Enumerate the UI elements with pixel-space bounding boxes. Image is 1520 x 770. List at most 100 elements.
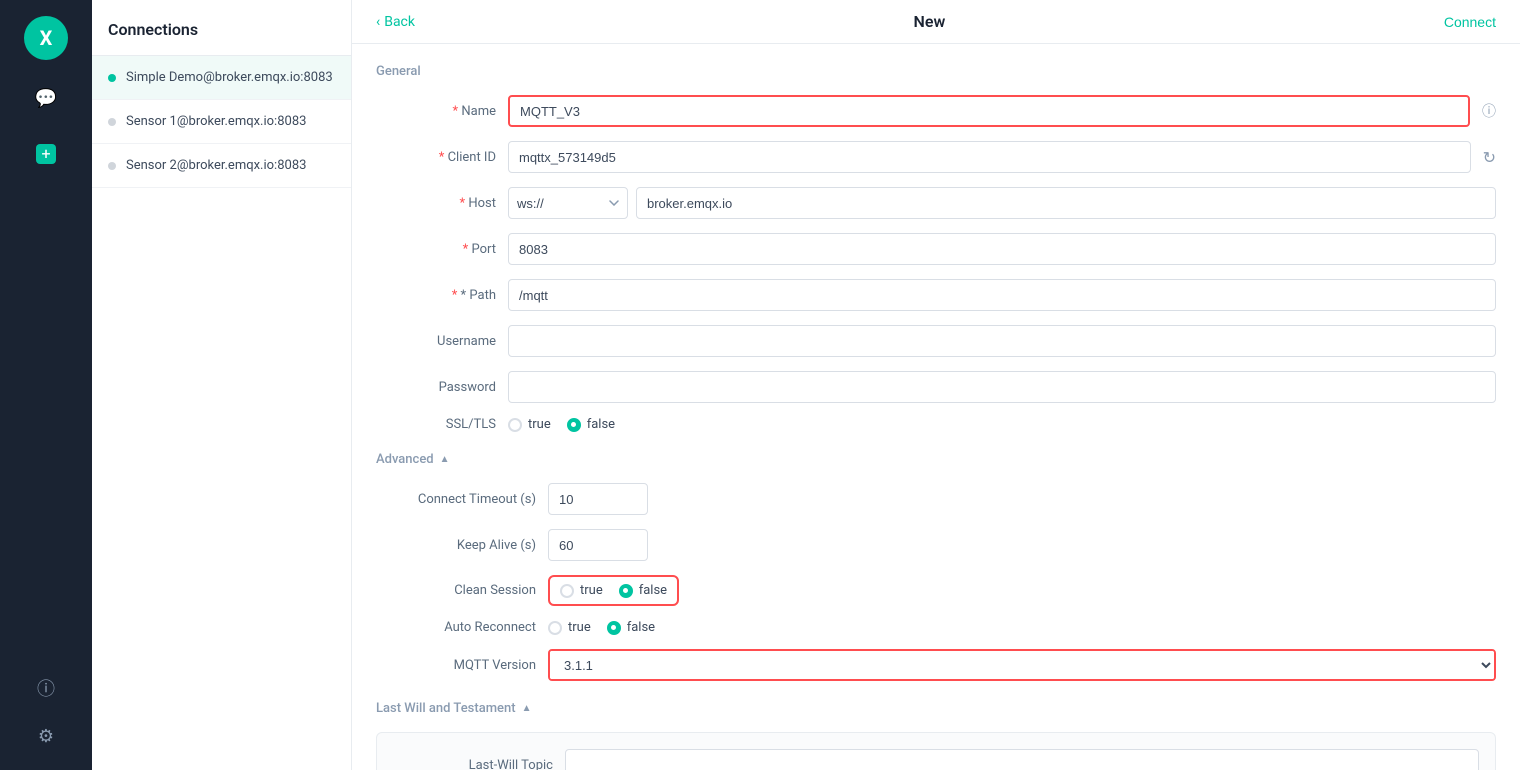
ssl-radio-group: true false: [508, 417, 615, 432]
advanced-label[interactable]: Advanced ▲: [376, 452, 1496, 467]
clean-session-false-label: false: [639, 583, 667, 598]
connections-header: Connections: [92, 0, 351, 56]
logo-text: X: [40, 26, 53, 50]
connection-name: Simple Demo@broker.emqx.io:8083: [126, 70, 333, 85]
refresh-icon[interactable]: ↻: [1483, 148, 1496, 167]
ssl-true-radio[interactable]: [508, 418, 522, 432]
port-input[interactable]: [508, 233, 1496, 265]
username-row: Username: [376, 325, 1496, 357]
auto-reconnect-true-radio[interactable]: [548, 621, 562, 635]
ssl-row: SSL/TLS true false: [376, 417, 1496, 432]
connect-timeout-label: Connect Timeout (s): [376, 492, 536, 507]
page-title: New: [914, 12, 946, 31]
connection-status-dot: [108, 162, 116, 170]
last-will-topic-label: Last-Will Topic: [393, 758, 553, 770]
path-label: * * Path: [376, 288, 496, 303]
ssl-true-option[interactable]: true: [508, 417, 551, 432]
keep-alive-label: Keep Alive (s): [376, 538, 536, 553]
add-connection-icon[interactable]: +: [28, 136, 64, 172]
path-row: * * Path: [376, 279, 1496, 311]
clean-session-true-label: true: [580, 583, 603, 598]
auto-reconnect-true-option[interactable]: true: [548, 620, 591, 635]
mqtt-version-select[interactable]: 3.1.1 5.0 3.1: [550, 651, 1494, 679]
auto-reconnect-false-option[interactable]: false: [607, 620, 655, 635]
clean-session-false-radio[interactable]: [619, 584, 633, 598]
advanced-chevron-icon: ▲: [440, 454, 450, 465]
host-input-group: ws:// wss:// mqtt:// mqtts://: [508, 187, 1496, 219]
ssl-label: SSL/TLS: [376, 417, 496, 432]
back-button[interactable]: ‹ Back: [376, 14, 415, 30]
name-label-text: Name: [461, 104, 496, 119]
app-logo: X: [24, 16, 68, 60]
username-label: Username: [376, 334, 496, 349]
info-icon[interactable]: ⓘ: [28, 670, 64, 706]
password-row: Password: [376, 371, 1496, 403]
general-section-label: General: [376, 64, 1496, 79]
main-content: ‹ Back New Connect General * Name ⓘ * Cl…: [352, 0, 1520, 770]
auto-reconnect-row: Auto Reconnect true false: [376, 620, 1496, 635]
info-icon: ⓘ: [1482, 101, 1496, 121]
last-will-section: Last-Will Topic Last-Will QoS 0 1: [376, 732, 1496, 770]
ssl-true-label: true: [528, 417, 551, 432]
clean-session-label: Clean Session: [376, 583, 536, 598]
name-row: * Name ⓘ: [376, 95, 1496, 127]
client-id-row: * Client ID ↻: [376, 141, 1496, 173]
connection-status-dot: [108, 74, 116, 82]
name-input[interactable]: [508, 95, 1470, 127]
clean-session-true-radio[interactable]: [560, 584, 574, 598]
auto-reconnect-label: Auto Reconnect: [376, 620, 536, 635]
back-chevron-icon: ‹: [376, 14, 380, 30]
last-will-topic-input[interactable]: [565, 749, 1479, 770]
ssl-false-label: false: [587, 417, 615, 432]
client-id-label: * Client ID: [376, 150, 496, 165]
connect-button[interactable]: Connect: [1444, 14, 1496, 30]
host-label: * Host: [376, 196, 496, 211]
sidebar: X 💬 + ⓘ ⚙: [0, 0, 92, 770]
username-input[interactable]: [508, 325, 1496, 357]
path-input[interactable]: [508, 279, 1496, 311]
ssl-false-radio[interactable]: [567, 418, 581, 432]
back-label: Back: [384, 14, 415, 30]
chat-icon[interactable]: 💬: [28, 80, 64, 116]
last-will-section-divider: Last Will and Testament ▲: [376, 701, 1496, 716]
clean-session-true-option[interactable]: true: [560, 583, 603, 598]
last-will-label[interactable]: Last Will and Testament ▲: [376, 701, 1496, 716]
mqtt-version-row: MQTT Version 3.1.1 5.0 3.1: [376, 649, 1496, 681]
advanced-section-divider: Advanced ▲: [376, 452, 1496, 467]
password-input[interactable]: [508, 371, 1496, 403]
host-input[interactable]: [636, 187, 1496, 219]
clean-session-row: Clean Session true false: [376, 575, 1496, 606]
password-label: Password: [376, 380, 496, 395]
connection-name: Sensor 1@broker.emqx.io:8083: [126, 114, 306, 129]
settings-icon[interactable]: ⚙: [28, 718, 64, 754]
client-id-input[interactable]: [508, 141, 1471, 173]
connection-item[interactable]: Sensor 1@broker.emqx.io:8083: [92, 100, 351, 144]
connection-name: Sensor 2@broker.emqx.io:8083: [126, 158, 306, 173]
auto-reconnect-false-radio[interactable]: [607, 621, 621, 635]
mqtt-version-label: MQTT Version: [376, 658, 536, 673]
host-row: * Host ws:// wss:// mqtt:// mqtts://: [376, 187, 1496, 219]
clean-session-false-option[interactable]: false: [619, 583, 667, 598]
keep-alive-input[interactable]: [548, 529, 648, 561]
auto-reconnect-radio-group: true false: [548, 620, 655, 635]
top-bar: ‹ Back New Connect: [352, 0, 1520, 44]
connections-panel: Connections Simple Demo@broker.emqx.io:8…: [92, 0, 352, 770]
last-will-topic-row: Last-Will Topic: [393, 749, 1479, 770]
connect-timeout-input[interactable]: [548, 483, 648, 515]
last-will-chevron-icon: ▲: [522, 703, 532, 714]
port-row: * Port: [376, 233, 1496, 265]
connection-item[interactable]: Simple Demo@broker.emqx.io:8083: [92, 56, 351, 100]
auto-reconnect-false-label: false: [627, 620, 655, 635]
ssl-false-option[interactable]: false: [567, 417, 615, 432]
name-label: * Name: [376, 104, 496, 119]
mqtt-version-wrapper: 3.1.1 5.0 3.1: [548, 649, 1496, 681]
form-area: General * Name ⓘ * Client ID ↻ * Host w: [352, 44, 1520, 770]
connection-item[interactable]: Sensor 2@broker.emqx.io:8083: [92, 144, 351, 188]
connection-status-dot: [108, 118, 116, 126]
clean-session-box: true false: [548, 575, 679, 606]
keep-alive-row: Keep Alive (s): [376, 529, 1496, 561]
port-label: * Port: [376, 242, 496, 257]
connect-timeout-row: Connect Timeout (s): [376, 483, 1496, 515]
host-protocol-select[interactable]: ws:// wss:// mqtt:// mqtts://: [508, 187, 628, 219]
auto-reconnect-true-label: true: [568, 620, 591, 635]
